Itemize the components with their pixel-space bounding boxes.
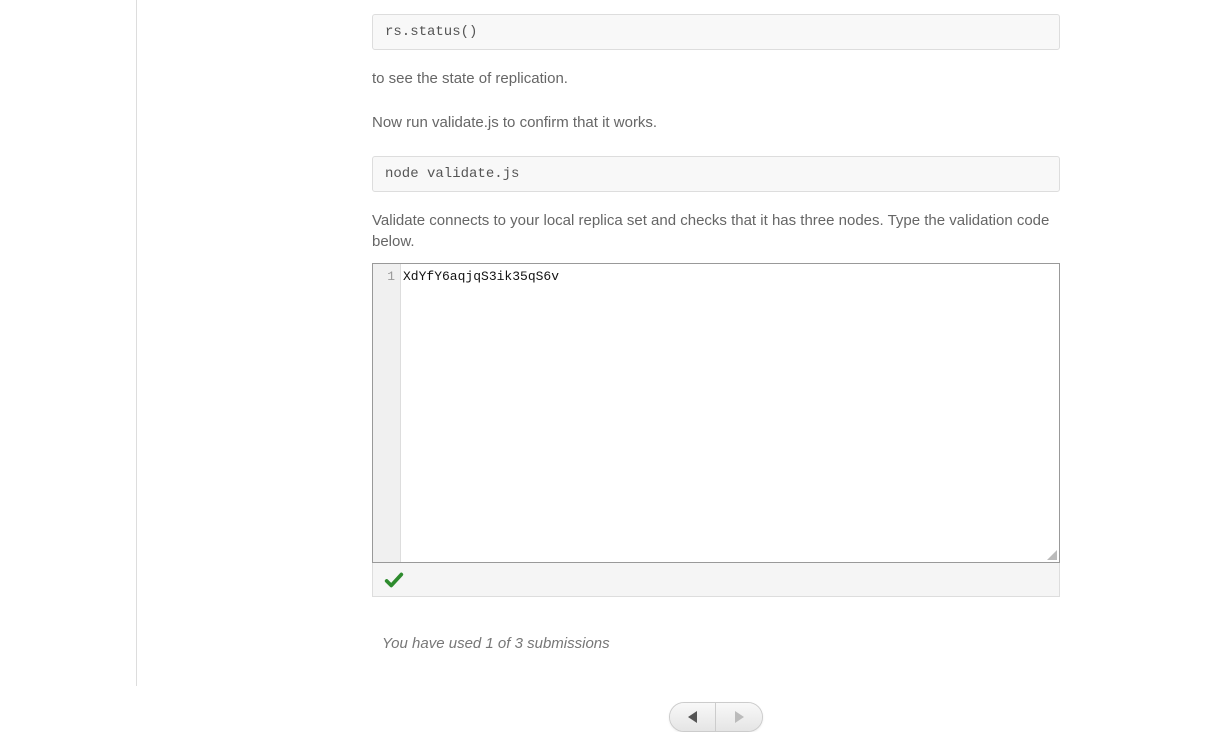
nav-pair xyxy=(669,702,763,732)
resize-handle-icon[interactable] xyxy=(1047,550,1057,560)
arrow-right-icon xyxy=(735,711,744,723)
prev-button[interactable] xyxy=(670,703,716,731)
editor-status-bar xyxy=(372,563,1060,597)
paragraph-run-validate: Now run validate.js to confirm that it w… xyxy=(372,112,1060,134)
paragraph-validate-info: Validate connects to your local replica … xyxy=(372,210,1060,254)
validation-code-editor[interactable]: 1 XdYfY6aqjqS3ik35qS6v xyxy=(372,263,1060,563)
next-button[interactable] xyxy=(716,703,762,731)
checkmark-icon xyxy=(383,569,405,591)
code-text: node validate.js xyxy=(385,166,519,182)
editor-value: XdYfY6aqjqS3ik35qS6v xyxy=(403,269,559,284)
editor-gutter: 1 xyxy=(373,264,401,562)
submission-count: You have used 1 of 3 submissions xyxy=(382,635,1060,652)
code-text: rs.status() xyxy=(385,24,477,40)
code-block-validate: node validate.js xyxy=(372,156,1060,192)
paragraph-replication: to see the state of replication. xyxy=(372,68,1060,90)
main-content: rs.status() to see the state of replicat… xyxy=(372,0,1060,732)
editor-content[interactable]: XdYfY6aqjqS3ik35qS6v xyxy=(401,264,1059,562)
code-block-status: rs.status() xyxy=(372,14,1060,50)
sidebar-divider xyxy=(136,0,137,686)
line-number: 1 xyxy=(387,269,395,284)
arrow-left-icon xyxy=(688,711,697,723)
nav-buttons xyxy=(372,702,1060,732)
